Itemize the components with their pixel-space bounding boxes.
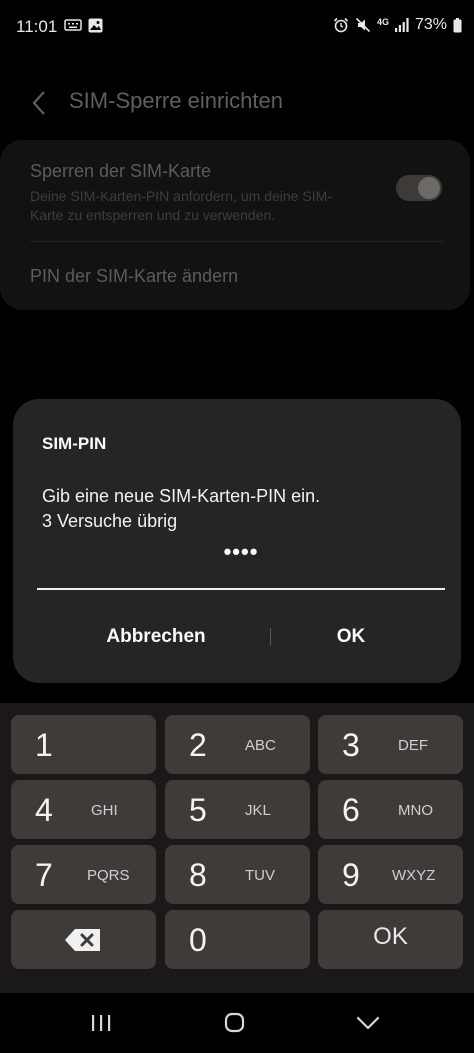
key-1[interactable]: 1 [11, 715, 156, 774]
pin-input[interactable]: •••• [13, 539, 469, 565]
sim-pin-dialog: SIM-PIN Gib eine neue SIM-Karten-PIN ein… [13, 399, 461, 683]
battery-percentage: 73% [414, 16, 447, 33]
key-0[interactable]: 0 [165, 910, 310, 969]
home-icon[interactable] [214, 1007, 254, 1039]
nav-back-icon[interactable] [348, 1007, 388, 1039]
key-letters: ABC [245, 737, 276, 754]
cancel-button[interactable]: Abbrechen [42, 619, 270, 655]
dialog-message-line1: Gib eine neue SIM-Karten-PIN ein. [42, 486, 321, 506]
lock-sim-title: Sperren der SIM-Karte [30, 161, 212, 181]
key-2[interactable]: 2 ABC [165, 715, 310, 774]
divider [30, 241, 444, 242]
keypad-ok-label: OK [373, 923, 408, 950]
battery-icon [453, 17, 462, 32]
key-digit: 8 [189, 857, 207, 893]
key-letters: MNO [398, 802, 433, 819]
keypad-ok-key[interactable]: OK [318, 910, 463, 969]
page-header: SIM-Sperre einrichten [0, 84, 474, 124]
key-digit: 2 [189, 727, 207, 763]
toggle-knob [418, 177, 440, 199]
status-time: 11:01 [16, 17, 58, 36]
key-letters: DEF [398, 737, 428, 754]
delete-key[interactable] [11, 910, 156, 969]
key-digit: 5 [189, 792, 207, 828]
key-letters: GHI [91, 802, 118, 819]
lock-sim-toggle[interactable] [396, 175, 442, 201]
key-digit: 3 [342, 727, 360, 763]
recents-icon[interactable] [81, 1007, 121, 1039]
back-icon[interactable] [28, 88, 52, 118]
navigation-bar [0, 993, 474, 1053]
key-digit: 1 [35, 727, 53, 763]
numeric-keypad: 1 2 ABC 3 DEF 4 GHI 5 JKL 6 MNO 7 PQRS 8… [0, 703, 474, 993]
key-4[interactable]: 4 GHI [11, 780, 156, 839]
key-letters: WXYZ [392, 867, 436, 884]
key-digit: 9 [342, 857, 360, 893]
dialog-message-line2: 3 Versuche übrig [42, 511, 178, 531]
key-letters: PQRS [87, 867, 130, 884]
lock-sim-description: Deine SIM-Karten-PIN anfordern, um deine… [30, 188, 332, 223]
dialog-message: Gib eine neue SIM-Karten-PIN ein. 3 Vers… [42, 484, 320, 534]
key-3[interactable]: 3 DEF [318, 715, 463, 774]
key-letters: TUV [245, 867, 275, 884]
key-5[interactable]: 5 JKL [165, 780, 310, 839]
key-9[interactable]: 9 WXYZ [318, 845, 463, 904]
page-title: SIM-Sperre einrichten [69, 88, 283, 113]
ok-button[interactable]: OK [271, 619, 431, 655]
keyboard-icon [64, 19, 82, 31]
key-digit: 6 [342, 792, 360, 828]
settings-card: Sperren der SIM-Karte Deine SIM-Karten-P… [0, 140, 470, 310]
signal-icon [394, 18, 409, 32]
alarm-icon [333, 17, 349, 33]
key-7[interactable]: 7 PQRS [11, 845, 156, 904]
key-6[interactable]: 6 MNO [318, 780, 463, 839]
image-icon [88, 18, 103, 33]
pin-input-underline [37, 588, 445, 590]
key-letters: JKL [245, 802, 271, 819]
mute-icon [355, 17, 371, 33]
network-type: 4G [376, 16, 389, 27]
status-bar: 11:01 4G 73% [0, 0, 474, 54]
backspace-icon [65, 929, 100, 951]
key-digit: 0 [189, 922, 207, 958]
key-digit: 7 [35, 857, 53, 893]
dialog-title: SIM-PIN [42, 434, 107, 453]
change-pin-row[interactable]: PIN der SIM-Karte ändern [30, 266, 238, 287]
key-8[interactable]: 8 TUV [165, 845, 310, 904]
key-digit: 4 [35, 792, 53, 828]
